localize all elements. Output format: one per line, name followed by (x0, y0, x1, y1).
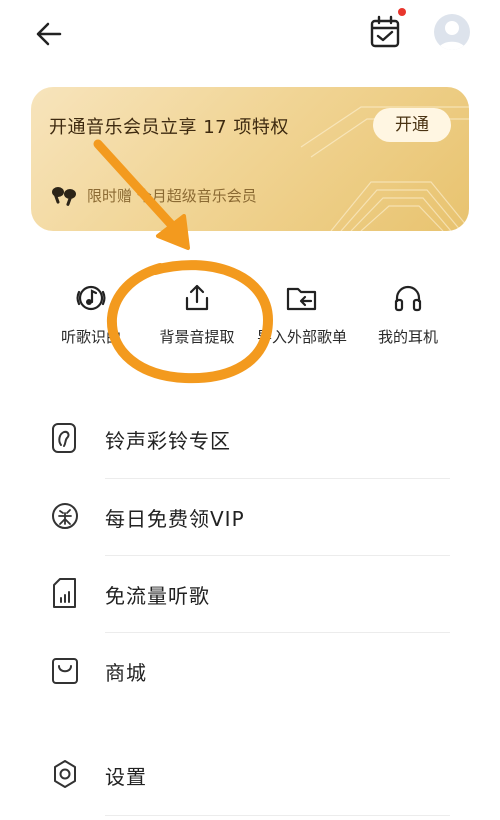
menu-label: 铃声彩铃专区 (105, 429, 231, 453)
ringtone-icon (52, 423, 76, 453)
upload-icon (185, 284, 209, 311)
divider (105, 555, 450, 556)
shortcut-label: 我的耳机 (377, 328, 438, 346)
shortcut-background-extract[interactable]: 背景音提取 (147, 282, 247, 347)
notification-dot (398, 8, 406, 16)
menu-item-settings[interactable]: 设置 (0, 741, 500, 811)
user-icon (438, 21, 466, 50)
back-arrow-icon[interactable] (30, 14, 70, 54)
shortcut-headphones[interactable]: 我的耳机 (358, 282, 458, 347)
earbuds-icon (52, 187, 76, 206)
menu-label: 设置 (105, 765, 147, 789)
sim-card-icon (53, 578, 76, 608)
vip-banner[interactable]: 开通音乐会员立享 17 项特权 开通 限时赠 个月超级音乐会员 (31, 87, 469, 231)
menu-label: 免流量听歌 (105, 584, 210, 608)
avatar[interactable] (434, 14, 470, 50)
shortcut-label: 背景音提取 (159, 328, 235, 346)
menu-item-free-vip[interactable]: 每日免费领VIP (0, 483, 500, 553)
menu-item-mall[interactable]: 商城 (0, 637, 500, 707)
divider (105, 632, 450, 633)
vip-title: 开通音乐会员立享 17 项特权 (49, 117, 289, 138)
menu-item-free-data[interactable]: 免流量听歌 (0, 560, 500, 630)
settings-icon (54, 760, 76, 788)
top-bar (0, 0, 500, 70)
vip-subtitle: 限时赠 个月超级音乐会员 (87, 187, 257, 205)
music-recognize-icon (76, 285, 106, 311)
menu-label: 商城 (105, 661, 147, 685)
divider (105, 478, 450, 479)
vip-open-button[interactable]: 开通 (373, 108, 451, 142)
shortcut-music-recognize[interactable]: 听歌识曲 (41, 282, 141, 347)
folder-import-icon (286, 287, 317, 311)
divider (105, 815, 450, 816)
calendar-check-icon[interactable] (366, 12, 406, 52)
headphones-icon (394, 285, 422, 312)
shortcut-import-playlist[interactable]: 导入外部歌单 (252, 282, 352, 347)
menu-item-ringtone[interactable]: 铃声彩铃专区 (0, 405, 500, 475)
award-icon (52, 503, 78, 529)
shortcut-label: 导入外部歌单 (256, 328, 347, 346)
shortcut-label: 听歌识曲 (60, 328, 121, 346)
shopping-bag-icon (52, 658, 78, 684)
menu-label: 每日免费领VIP (105, 507, 245, 531)
